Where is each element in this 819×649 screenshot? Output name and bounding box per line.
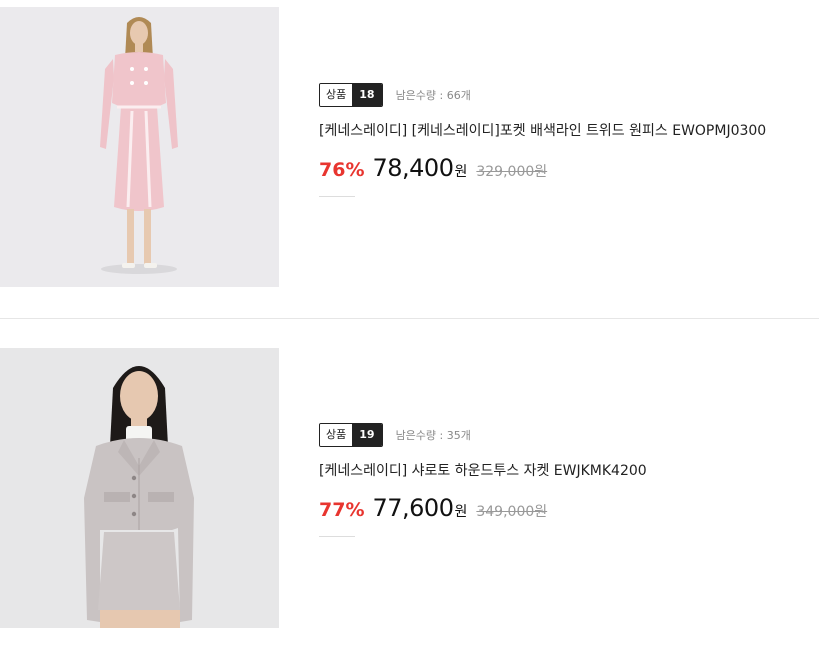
- pink-tweed-dress-photo: [0, 7, 279, 287]
- original-price: 349,000원: [476, 504, 548, 520]
- divider: [319, 536, 355, 537]
- currency-unit: 원: [454, 164, 468, 180]
- gray-tweed-jacket-photo: [0, 348, 279, 628]
- original-price: 329,000원: [476, 164, 548, 180]
- product-info: 상품 18 남은수량 : 66개 [케네스레이디] [케네스레이디]포켓 배색라…: [319, 83, 766, 197]
- product-number-badge: 상품 18: [319, 83, 383, 107]
- product-card[interactable]: 상품 19 남은수량 : 35개 [케네스레이디] 샤로토 하운드투스 자켓 E…: [0, 319, 819, 649]
- discount-rate: 77%: [319, 499, 365, 521]
- price-row: 77% 77,600 원 349,000원: [319, 494, 647, 522]
- sale-price: 77,600: [372, 494, 454, 522]
- product-image[interactable]: [0, 7, 279, 287]
- sale-price: 78,400: [372, 154, 454, 182]
- divider: [319, 196, 355, 197]
- product-info: 상품 19 남은수량 : 35개 [케네스레이디] 샤로토 하운드투스 자켓 E…: [319, 423, 647, 537]
- currency-unit: 원: [454, 504, 468, 520]
- product-title[interactable]: [케네스레이디] [케네스레이디]포켓 배색라인 트위드 원피스 EWOPMJ0…: [319, 121, 766, 141]
- stock-remaining: 남은수량 : 35개: [395, 429, 471, 442]
- product-image[interactable]: [0, 348, 279, 628]
- product-number-badge: 상품 19: [319, 423, 383, 447]
- product-card[interactable]: 상품 18 남은수량 : 66개 [케네스레이디] [케네스레이디]포켓 배색라…: [0, 0, 819, 319]
- discount-rate: 76%: [319, 159, 365, 181]
- product-title[interactable]: [케네스레이디] 샤로토 하운드투스 자켓 EWJKMK4200: [319, 461, 647, 481]
- price-row: 76% 78,400 원 329,000원: [319, 154, 766, 182]
- stock-remaining: 남은수량 : 66개: [395, 89, 471, 102]
